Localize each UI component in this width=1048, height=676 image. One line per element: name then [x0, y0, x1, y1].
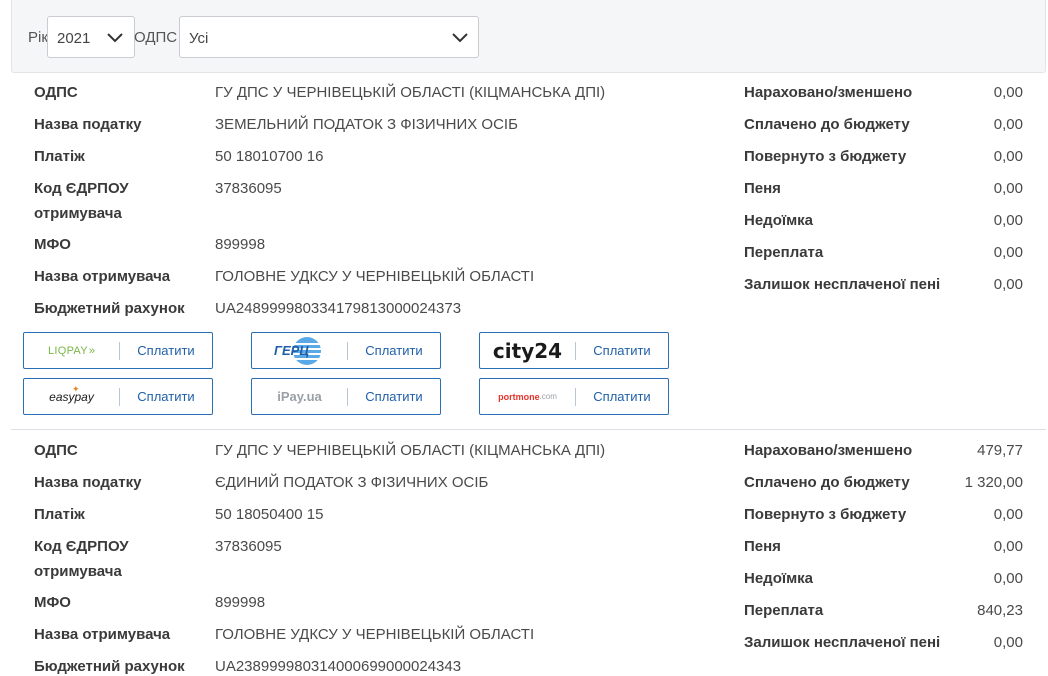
- gerc-pay-button[interactable]: ГЕРЦ Сплатити: [251, 332, 441, 369]
- unpaid-penalty-value: 0,00: [993, 634, 1023, 651]
- liqpay-pay-button[interactable]: LIQPAY » Сплатити: [23, 332, 213, 369]
- mfo-label: МФО: [34, 594, 71, 611]
- odps-label: ОДПС: [134, 29, 178, 46]
- accrued-label: Нараховано/зменшено: [744, 84, 913, 101]
- returned-value: 0,00: [993, 148, 1023, 165]
- unpaid-penalty-label: Залишок несплаченої пені: [744, 634, 941, 651]
- ipay-pay-button[interactable]: iPay.ua Сплатити: [251, 378, 441, 415]
- overpayment-label: Переплата: [744, 244, 824, 261]
- odps-select[interactable]: Усі: [179, 16, 479, 58]
- payment-value: 50 18010700 16: [215, 148, 324, 165]
- pay-button-label: Сплатити: [593, 389, 651, 404]
- pay-button-label: Сплатити: [593, 343, 651, 358]
- odps-label: ОДПС: [34, 442, 78, 459]
- pay-button-label: Сплатити: [137, 389, 195, 404]
- unpaid-penalty-label: Залишок несплаченої пені: [744, 276, 941, 293]
- year-label: Рік: [28, 29, 48, 46]
- mfo-value: 899998: [215, 236, 266, 253]
- odps-select-value: Усі: [189, 30, 209, 47]
- overpayment-value: 0,00: [993, 244, 1023, 261]
- tax-name-label: Назва податку: [34, 474, 142, 491]
- accrued-value: 479,77: [977, 442, 1023, 459]
- easypay-pay-button[interactable]: easypay ✦ Сплатити: [23, 378, 213, 415]
- odps-value: ГУ ДПС У ЧЕРНІВЕЦЬКІЙ ОБЛАСТІ (КІЦМАНСЬК…: [215, 84, 606, 101]
- budget-account-label: Бюджетний рахунок: [34, 658, 185, 675]
- arrears-label: Недоїмка: [744, 212, 814, 229]
- mfo-label: МФО: [34, 236, 71, 253]
- payment-label: Платіж: [34, 148, 85, 165]
- budget-account-label: Бюджетний рахунок: [34, 300, 185, 317]
- portmone-logo: portmone .com: [498, 391, 557, 402]
- pay-button-label: Сплатити: [365, 389, 423, 404]
- penalty-value: 0,00: [993, 180, 1023, 197]
- city24-logo: city24: [492, 338, 563, 363]
- returned-label: Повернуто з бюджету: [744, 506, 907, 523]
- budget-account-value: UA248999980334179813000024373: [215, 300, 462, 317]
- recipient-value: ГОЛОВНЕ УДКСУ У ЧЕРНІВЕЦЬКІЙ ОБЛАСТІ: [215, 626, 535, 643]
- easypay-flag-icon: ✦: [72, 384, 80, 394]
- arrears-value: 0,00: [993, 212, 1023, 229]
- penalty-label: Пеня: [744, 538, 781, 555]
- edrpou-label-line1: Код ЄДРПОУ: [34, 180, 129, 197]
- recipient-value: ГОЛОВНЕ УДКСУ У ЧЕРНІВЕЦЬКІЙ ОБЛАСТІ: [215, 268, 535, 285]
- gerc-logo: ГЕРЦ: [252, 333, 347, 368]
- pay-button-label: Сплатити: [137, 343, 195, 358]
- edrpou-label-line1: Код ЄДРПОУ: [34, 538, 129, 555]
- returned-label: Повернуто з бюджету: [744, 148, 907, 165]
- chevron-down-icon: [107, 33, 123, 43]
- paid-value: 1 320,00: [964, 474, 1023, 491]
- penalty-value: 0,00: [993, 538, 1023, 555]
- penalty-label: Пеня: [744, 180, 781, 197]
- year-select-value: 2021: [57, 30, 91, 47]
- edrpou-label-line2: отримувача: [34, 563, 122, 580]
- year-select[interactable]: 2021: [47, 16, 135, 58]
- returned-value: 0,00: [993, 506, 1023, 523]
- recipient-label: Назва отримувача: [34, 626, 171, 643]
- portmone-pay-button[interactable]: portmone .com Сплатити: [479, 378, 669, 415]
- unpaid-penalty-value: 0,00: [993, 276, 1023, 293]
- tax-name-value: ЗЕМЕЛЬНИЙ ПОДАТОК З ФІЗИЧНИХ ОСІБ: [215, 116, 518, 133]
- record-divider: [11, 429, 1046, 430]
- accrued-label: Нараховано/зменшено: [744, 442, 913, 459]
- pay-button-label: Сплатити: [365, 343, 423, 358]
- payment-label: Платіж: [34, 506, 85, 523]
- tax-name-value: ЄДИНИЙ ПОДАТОК З ФІЗИЧНИХ ОСІБ: [215, 474, 489, 491]
- odps-label: ОДПС: [34, 84, 78, 101]
- overpayment-value: 840,23: [977, 602, 1023, 619]
- easypay-logo: easypay ✦: [49, 384, 94, 404]
- overpayment-label: Переплата: [744, 602, 824, 619]
- accrued-value: 0,00: [993, 84, 1023, 101]
- budget-account-value: UA238999980314000699000024343: [215, 658, 462, 675]
- recipient-label: Назва отримувача: [34, 268, 171, 285]
- filter-bar: Рік 2021 ОДПС Усі: [11, 0, 1046, 73]
- arrears-label: Недоїмка: [744, 570, 814, 587]
- odps-value: ГУ ДПС У ЧЕРНІВЕЦЬКІЙ ОБЛАСТІ (КІЦМАНСЬК…: [215, 442, 606, 459]
- arrears-value: 0,00: [993, 570, 1023, 587]
- city24-pay-button[interactable]: city24 Сплатити: [479, 332, 669, 369]
- edrpou-value: 37836095: [215, 538, 282, 555]
- ipay-logo: iPay.ua: [277, 389, 322, 404]
- double-chevron-icon: »: [88, 344, 96, 357]
- chevron-down-icon: [452, 33, 468, 43]
- paid-value: 0,00: [993, 116, 1023, 133]
- paid-label: Сплачено до бюджету: [744, 474, 910, 491]
- edrpou-label-line2: отримувача: [34, 205, 122, 222]
- liqpay-logo: LIQPAY »: [47, 344, 96, 357]
- edrpou-value: 37836095: [215, 180, 282, 197]
- tax-name-label: Назва податку: [34, 116, 142, 133]
- paid-label: Сплачено до бюджету: [744, 116, 910, 133]
- mfo-value: 899998: [215, 594, 266, 611]
- payment-value: 50 18050400 15: [215, 506, 324, 523]
